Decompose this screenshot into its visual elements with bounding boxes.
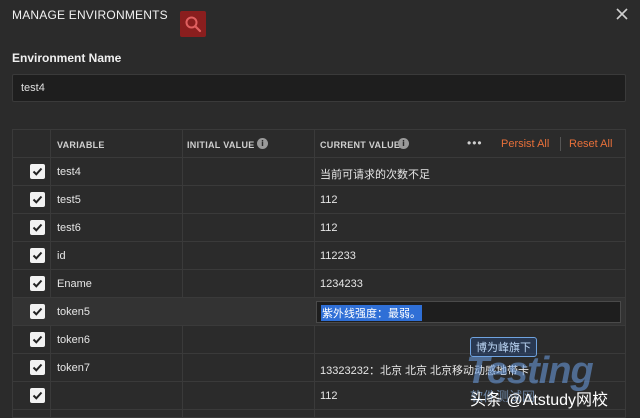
checkmark-icon — [32, 167, 43, 176]
column-header-variable: VARIABLE — [57, 140, 105, 150]
variable-name[interactable]: Ename — [57, 278, 92, 290]
column-header-initial-value: INITIAL VALUE — [187, 140, 255, 150]
row-checkbox[interactable] — [30, 360, 45, 375]
checkmark-icon — [32, 251, 43, 260]
current-value[interactable]: 1234233 — [320, 278, 363, 290]
checkmark-icon — [32, 307, 43, 316]
table-row: Ename 1234233 — [13, 270, 625, 298]
search-button[interactable] — [180, 11, 206, 37]
table-header: VARIABLE INITIAL VALUE i CURRENT VALUE i… — [13, 130, 625, 158]
variable-name[interactable]: test5 — [57, 194, 81, 206]
close-button[interactable] — [614, 6, 630, 22]
current-value-input[interactable]: 紫外线强度：最弱。 — [316, 301, 621, 323]
checkmark-icon — [32, 391, 43, 400]
table-row: test5 112 — [13, 186, 625, 214]
watermark-credit: 头条 @Atstudy网校 — [470, 392, 609, 409]
checkmark-icon — [32, 363, 43, 372]
search-icon — [185, 16, 202, 33]
column-header-current-value: CURRENT VALUE — [320, 140, 401, 150]
table-row: id 112233 — [13, 242, 625, 270]
environment-name-label: Environment Name — [12, 51, 122, 65]
title-bar: MANAGE ENVIRONMENTS — [0, 0, 640, 28]
row-checkbox[interactable] — [30, 332, 45, 347]
row-checkbox[interactable] — [30, 164, 45, 179]
variable-name[interactable]: token7 — [57, 362, 90, 374]
reset-all-button[interactable]: Reset All — [569, 138, 612, 150]
window-title: MANAGE ENVIRONMENTS — [12, 8, 168, 22]
table-row: token5 紫外线强度：最弱。 — [13, 298, 625, 326]
row-checkbox[interactable] — [30, 220, 45, 235]
close-icon — [616, 8, 628, 20]
variable-name[interactable]: test6 — [57, 222, 81, 234]
current-value[interactable]: 112 — [320, 194, 338, 206]
actions-divider — [560, 137, 561, 151]
checkmark-icon — [32, 195, 43, 204]
more-options-button[interactable]: ••• — [467, 136, 483, 150]
current-value-info-icon[interactable]: i — [398, 138, 409, 149]
persist-all-button[interactable]: Persist All — [501, 138, 549, 150]
variable-name[interactable]: id — [57, 250, 66, 262]
variable-name[interactable]: token5 — [57, 306, 90, 318]
environment-name-input[interactable] — [12, 74, 626, 102]
current-value[interactable]: 112 — [320, 222, 338, 234]
current-value[interactable]: 112233 — [320, 250, 356, 262]
row-checkbox[interactable] — [30, 304, 45, 319]
variable-name[interactable]: token6 — [57, 334, 90, 346]
row-checkbox[interactable] — [30, 192, 45, 207]
row-checkbox[interactable] — [30, 276, 45, 291]
current-value[interactable]: 112 — [320, 390, 338, 402]
checkmark-icon — [32, 335, 43, 344]
initial-value-info-icon[interactable]: i — [257, 138, 268, 149]
current-value[interactable]: 当前可请求的次数不足 — [320, 166, 430, 182]
row-checkbox[interactable] — [30, 388, 45, 403]
variable-name[interactable]: test4 — [57, 166, 81, 178]
checkmark-icon — [32, 279, 43, 288]
checkmark-icon — [32, 223, 43, 232]
row-checkbox[interactable] — [30, 248, 45, 263]
table-row: test6 112 — [13, 214, 625, 242]
selected-text: 紫外线强度：最弱。 — [321, 305, 422, 321]
table-row: test4 当前可请求的次数不足 — [13, 158, 625, 186]
